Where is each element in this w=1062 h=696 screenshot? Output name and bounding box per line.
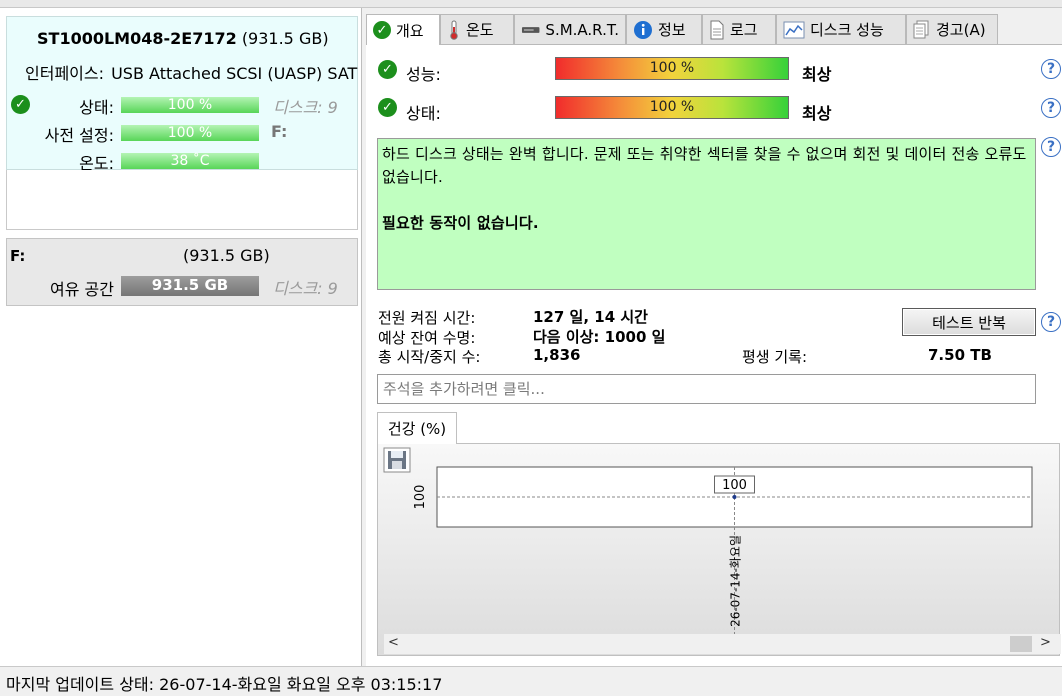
thermometer-icon	[450, 20, 458, 40]
scroll-thumb[interactable]	[1010, 636, 1032, 652]
tab-temperature[interactable]: 온도	[440, 14, 514, 44]
y-tick-label: 100	[413, 485, 428, 510]
last-update-text: 마지막 업데이트 상태: 26-07-14-화요일 화요일 오후 03:15:1…	[6, 675, 443, 694]
performance-help-icon[interactable]: ?	[1041, 59, 1061, 79]
tab-disk-performance-label: 디스크 성능	[810, 21, 884, 39]
interface-value: USB Attached SCSI (UASP) SAT	[111, 64, 358, 83]
performance-ok-icon: ✓	[378, 60, 397, 79]
status-bar: 100 %	[121, 97, 259, 113]
tab-bar: ✓ 개요 온도 S.M.A.R.T. 정보 로그 디스크 성능 경고(A)	[366, 14, 998, 45]
tab-warnings[interactable]: 경고(A)	[906, 14, 998, 44]
volume-size: (931.5 GB)	[183, 246, 270, 265]
tab-info-label: 정보	[658, 21, 686, 39]
remaining-life-label: 예상 잔여 수명:	[378, 329, 476, 347]
health-chart-area: 100 100 26-07-14-화요일 < >	[377, 443, 1061, 656]
remaining-life-value: 다음 이상: 1000 일	[533, 328, 666, 346]
start-stop-label: 총 시작/중지 수:	[378, 348, 481, 366]
chart-scrollbar[interactable]: < >	[384, 634, 1061, 654]
disk-card-spacer	[6, 170, 358, 230]
drive-letter: F:	[271, 122, 288, 141]
status-label: 상태:	[79, 98, 114, 117]
health-label: 상태:	[406, 104, 441, 123]
disk-model: ST1000LM048-2E7172	[37, 29, 237, 48]
document-icon	[710, 20, 724, 39]
start-stop-value: 1,836	[533, 346, 581, 364]
volume-letter: F:	[10, 247, 26, 265]
lifetime-writes-label: 평생 기록:	[742, 348, 808, 366]
tab-log[interactable]: 로그	[702, 14, 776, 44]
tab-log-label: 로그	[730, 21, 758, 39]
status-description: 하드 디스크 상태는 완벽 합니다. 문제 또는 취약한 섹터를 찾을 수 없으…	[382, 145, 1027, 186]
health-bar: 100 %	[555, 96, 789, 119]
data-point	[732, 495, 737, 499]
health-chart: 100 100 26-07-14-화요일	[383, 447, 1033, 634]
data-label: 100	[722, 478, 747, 493]
drive-icon	[521, 26, 540, 33]
check-icon: ✓	[373, 21, 391, 39]
disk-list-panel: ST1000LM048-2E7172 (931.5 GB) 인터페이스: USB…	[0, 8, 362, 666]
window-top-strip	[0, 0, 1062, 8]
chart-icon	[783, 21, 805, 38]
comment-input[interactable]	[377, 374, 1036, 404]
test-help-icon[interactable]: ?	[1041, 312, 1061, 332]
health-rating: 최상	[802, 104, 832, 123]
tab-temperature-label: 온도	[466, 21, 494, 39]
performance-label: 성능:	[406, 65, 441, 84]
status-help-icon[interactable]: ?	[1041, 137, 1061, 157]
disk-size: (931.5 GB)	[241, 29, 329, 48]
scroll-left-button[interactable]: <	[388, 635, 399, 650]
tab-health-chart[interactable]: 건강 (%)	[377, 412, 457, 444]
scroll-right-button[interactable]: >	[1040, 635, 1051, 650]
volume-disk-index: 디스크: 9	[273, 279, 338, 298]
x-tick-label: 26-07-14-화요일	[729, 535, 743, 627]
temperature-bar: 38 ˚C	[121, 153, 259, 169]
power-on-label: 전원 켜짐 시간:	[378, 309, 476, 327]
interface-label: 인터페이스:	[25, 64, 104, 83]
free-space-label: 여유 공간	[50, 280, 114, 299]
power-on-value: 127 일, 14 시간	[533, 308, 648, 326]
clipboard-icon	[913, 20, 929, 38]
volume-card[interactable]: F: (931.5 GB) 여유 공간 931.5 GB 디스크: 9	[6, 238, 358, 306]
tab-overview-label: 개요	[396, 21, 424, 40]
info-icon	[634, 20, 652, 39]
preset-label: 사전 설정:	[44, 126, 114, 145]
tab-smart-label: S.M.A.R.T.	[545, 20, 619, 39]
health-help-icon[interactable]: ?	[1041, 98, 1061, 118]
disk-card[interactable]: ST1000LM048-2E7172 (931.5 GB) 인터페이스: USB…	[6, 16, 358, 173]
tab-disk-performance[interactable]: 디스크 성능	[776, 14, 906, 44]
free-space-bar: 931.5 GB	[121, 276, 259, 296]
lifetime-writes-value: 7.50 TB	[928, 346, 992, 364]
performance-rating: 최상	[802, 65, 832, 84]
tab-info[interactable]: 정보	[626, 14, 702, 44]
save-icon[interactable]	[383, 447, 411, 473]
health-ok-icon: ✓	[378, 98, 397, 117]
tab-overview[interactable]: ✓ 개요	[366, 14, 440, 45]
action-text: 필요한 동작이 없습니다.	[382, 214, 539, 232]
preset-bar: 100 %	[121, 125, 259, 141]
status-text-box: 하드 디스크 상태는 완벽 합니다. 문제 또는 취약한 섹터를 찾을 수 없으…	[377, 138, 1036, 290]
repeat-test-button[interactable]: 테스트 반복	[902, 308, 1036, 336]
tab-smart[interactable]: S.M.A.R.T.	[514, 14, 626, 44]
status-bar: 마지막 업데이트 상태: 26-07-14-화요일 화요일 오후 03:15:1…	[0, 666, 1062, 696]
performance-bar: 100 %	[555, 57, 789, 80]
tab-warnings-label: 경고(A)	[936, 21, 986, 39]
disk-index: 디스크: 9	[273, 98, 338, 117]
